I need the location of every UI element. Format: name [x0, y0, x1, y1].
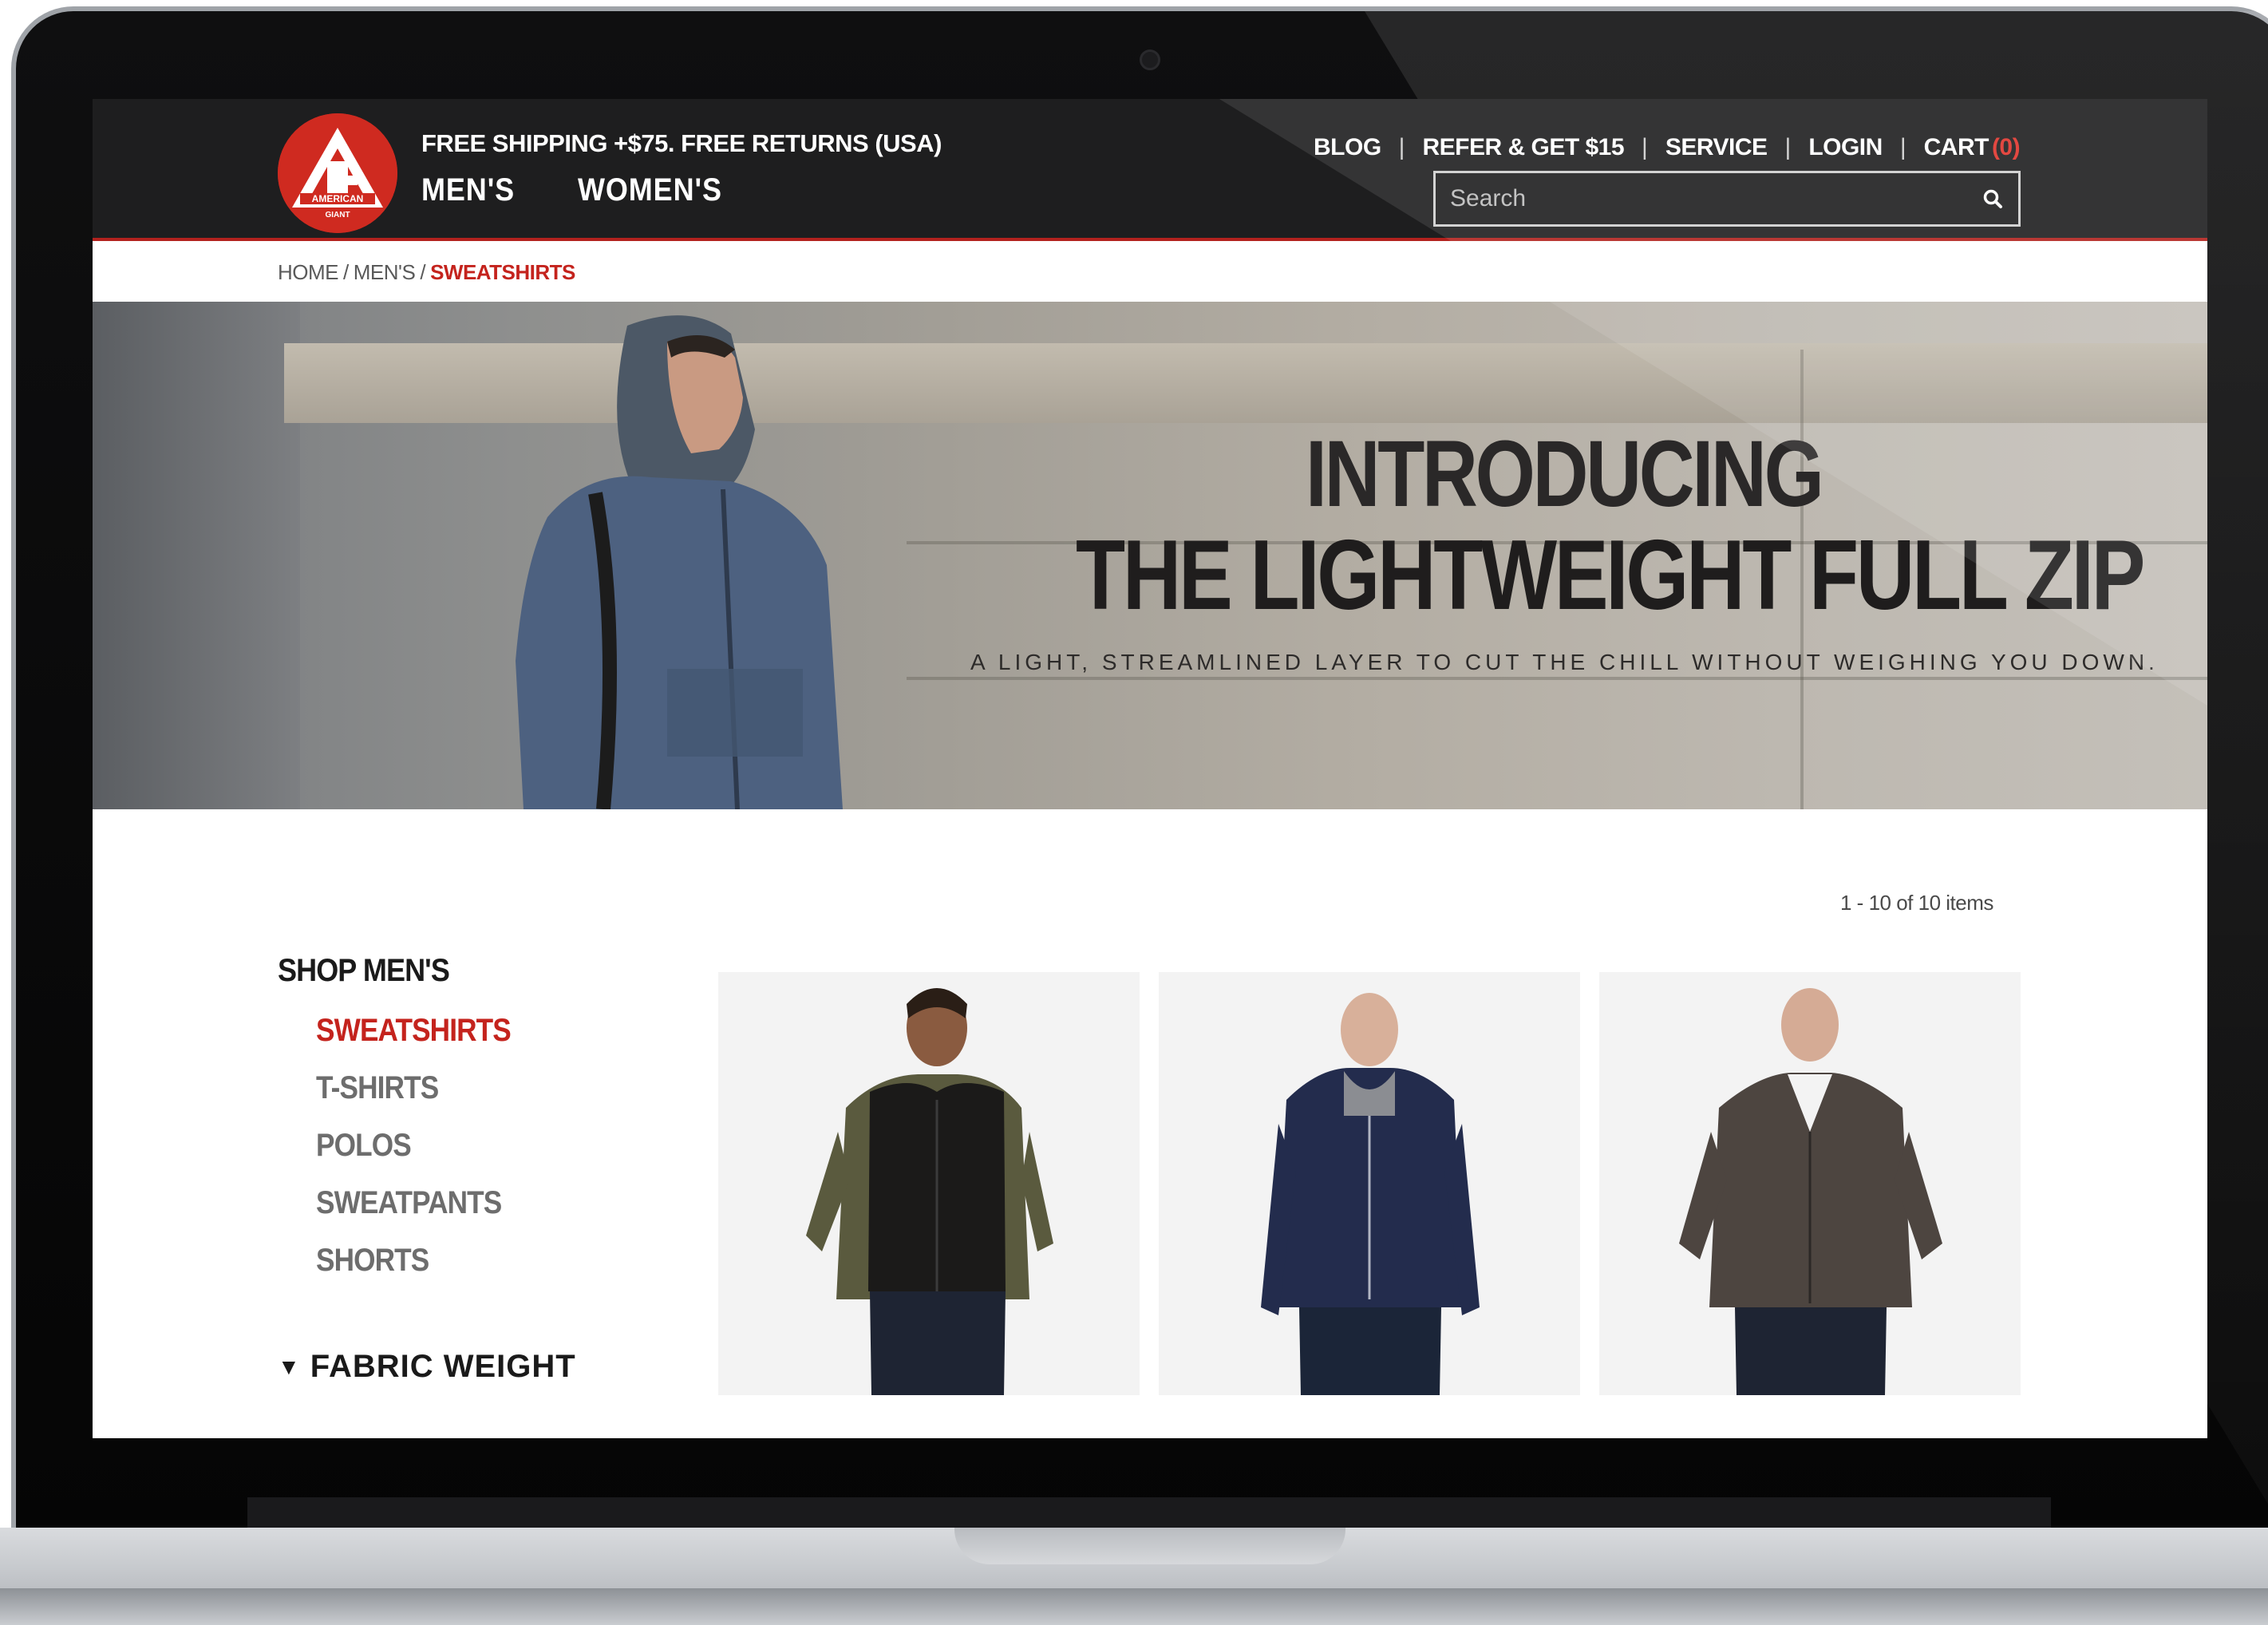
product-card-hoodie[interactable] — [1159, 972, 1580, 1395]
filter-label: FABRIC WEIGHT — [310, 1349, 576, 1384]
blog-link[interactable]: BLOG — [1314, 134, 1381, 161]
cart-count-badge: (0) — [1991, 134, 2021, 160]
product-image-hoodie — [1261, 993, 1480, 1395]
breadcrumb-separator: / — [343, 260, 349, 284]
breadcrumb-home[interactable]: HOME — [278, 260, 339, 284]
nav-separator: | — [1784, 134, 1792, 160]
hero-model-image — [516, 315, 843, 809]
category-sidebar: SHOP MEN'S SWEATSHIRTS T-SHIRTS POLOS SW… — [278, 953, 537, 1300]
webcam — [1140, 49, 1160, 70]
hero-title-line1: INTRODUCING — [1306, 421, 1824, 527]
category-list: SWEATSHIRTS T-SHIRTS POLOS SWEATPANTS SH… — [316, 1013, 537, 1300]
laptop-opening-notch — [954, 1528, 1345, 1564]
category-item: SWEATPANTS — [316, 1185, 537, 1243]
svg-text:GIANT: GIANT — [325, 211, 350, 219]
item-count: 1 - 10 of 10 items — [1840, 891, 1993, 915]
category-sweatpants[interactable]: SWEATPANTS — [316, 1185, 502, 1221]
breadcrumb: HOME / MEN'S / SWEATSHIRTS — [278, 260, 575, 285]
product-image-jacket — [1679, 988, 1942, 1395]
promo-banner: FREE SHIPPING +$75. FREE RETURNS (USA) — [421, 129, 942, 157]
category-item: POLOS — [316, 1128, 537, 1185]
cart-label: CART — [1923, 134, 1989, 160]
category-shorts[interactable]: SHORTS — [316, 1243, 429, 1279]
browser-screen: AMERICAN GIANT FREE SHIPPING +$75. FREE … — [93, 99, 2207, 1438]
hero-subtitle: A LIGHT, STREAMLINED LAYER TO CUT THE CH… — [970, 650, 2159, 674]
breadcrumb-mens[interactable]: MEN'S — [354, 260, 416, 284]
breadcrumb-current: SWEATSHIRTS — [430, 260, 575, 284]
caret-down-icon: ▼ — [278, 1354, 301, 1379]
search-input[interactable] — [1436, 173, 1967, 224]
cart-link[interactable]: CART (0) — [1924, 134, 2021, 161]
hero-banner[interactable]: INTRODUCING THE LIGHTWEIGHT FULL ZIP A L… — [93, 302, 2207, 809]
fabric-weight-filter[interactable]: ▼ FABRIC WEIGHT — [278, 1349, 576, 1385]
product-grid — [718, 972, 2021, 1395]
category-item: SWEATSHIRTS — [316, 1013, 537, 1070]
hero-stone-column — [93, 302, 300, 809]
search-button[interactable] — [1967, 173, 2018, 224]
product-image-vest — [806, 988, 1053, 1395]
product-card-vest[interactable] — [718, 972, 1140, 1395]
nav-mens[interactable]: MEN'S — [421, 172, 515, 208]
search-icon — [1983, 189, 2002, 208]
lid-hinge — [247, 1497, 2051, 1529]
search-bar — [1433, 171, 2021, 227]
refer-link[interactable]: REFER & GET $15 — [1422, 134, 1624, 161]
brand-logo[interactable]: AMERICAN GIANT — [278, 113, 397, 233]
site-header: AMERICAN GIANT FREE SHIPPING +$75. FREE … — [93, 99, 2207, 241]
utility-nav: BLOG | REFER & GET $15 | SERVICE | LOGIN… — [1314, 134, 2021, 161]
svg-text:AMERICAN: AMERICAN — [312, 193, 364, 204]
main-nav: MEN'S WOMEN'S — [421, 172, 738, 208]
category-sweatshirts[interactable]: SWEATSHIRTS — [316, 1013, 512, 1049]
hero-title-line2: THE LIGHTWEIGHT FULL ZIP — [1076, 520, 2145, 631]
breadcrumb-separator: / — [420, 260, 426, 284]
category-polos[interactable]: POLOS — [316, 1128, 412, 1164]
category-tshirts[interactable]: T-SHIRTS — [316, 1070, 439, 1106]
product-card-jacket[interactable] — [1599, 972, 2021, 1395]
laptop-base-edge — [0, 1588, 2268, 1625]
nav-womens[interactable]: WOMEN'S — [578, 172, 722, 208]
login-link[interactable]: LOGIN — [1808, 134, 1883, 161]
service-link[interactable]: SERVICE — [1665, 134, 1768, 161]
nav-separator: | — [1899, 134, 1906, 160]
sidebar-title: SHOP MEN'S — [278, 953, 450, 988]
nav-separator: | — [1642, 134, 1648, 160]
brand-logo-icon: AMERICAN GIANT — [278, 113, 397, 233]
hero-stone-seam — [907, 677, 2207, 680]
category-item: SHORTS — [316, 1243, 537, 1300]
category-item: T-SHIRTS — [316, 1070, 537, 1128]
nav-separator: | — [1398, 134, 1405, 160]
